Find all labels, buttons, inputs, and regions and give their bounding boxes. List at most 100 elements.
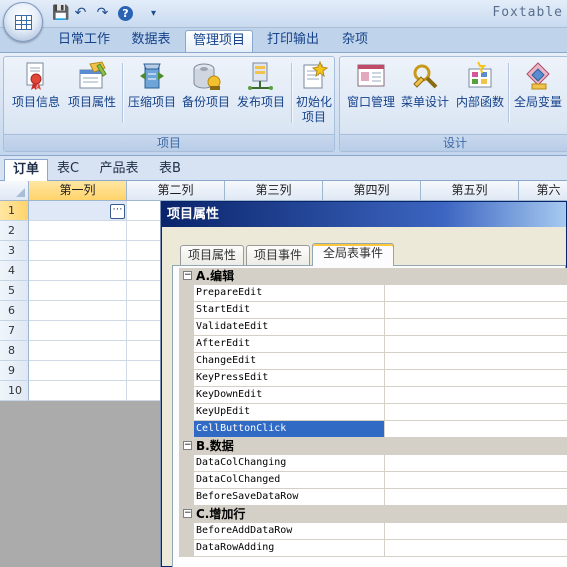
ribbon-tab-data-tables[interactable]: 数据表 [123, 30, 179, 52]
window-manager-button[interactable]: 窗口管理 [344, 60, 398, 110]
event-value[interactable] [385, 540, 567, 557]
sheet-tab-orders[interactable]: 订单 [4, 159, 48, 181]
ribbon-tab-print-output[interactable]: 打印输出 [260, 30, 326, 52]
event-value[interactable] [385, 336, 567, 353]
grid-cell[interactable] [29, 281, 127, 301]
customize-qat-icon[interactable]: ▾ [145, 5, 162, 22]
event-row[interactable]: AfterEdit [179, 336, 567, 353]
event-name[interactable]: KeyUpEdit [194, 404, 385, 421]
grid-corner[interactable] [0, 181, 29, 201]
initialize-project-button[interactable]: 初始化 项目 [293, 60, 335, 125]
event-value[interactable] [385, 523, 567, 540]
help-icon[interactable]: ? [118, 6, 133, 21]
event-row[interactable]: BeforeSaveDataRow [179, 489, 567, 506]
project-info-button[interactable]: 项目信息 [8, 60, 64, 110]
event-name[interactable]: ValidateEdit [194, 319, 385, 336]
cell-ellipsis-button[interactable]: ⋯ [110, 204, 125, 219]
grid-cell[interactable] [29, 361, 127, 381]
event-value[interactable] [385, 455, 567, 472]
dialog-tab-project-properties[interactable]: 项目属性 [180, 245, 244, 266]
redo-icon[interactable]: ↷ [94, 5, 111, 22]
event-row[interactable]: KeyDownEdit [179, 387, 567, 404]
grid-cell[interactable] [29, 241, 127, 261]
row-header[interactable]: 5 [0, 281, 29, 301]
event-value[interactable] [385, 472, 567, 489]
dialog-title[interactable]: 项目属性 [162, 202, 566, 227]
event-row[interactable]: StartEdit [179, 302, 567, 319]
event-row[interactable]: DataRowAdding [179, 540, 567, 557]
event-value[interactable] [385, 302, 567, 319]
event-value[interactable] [385, 404, 567, 421]
event-row[interactable]: PrepareEdit [179, 285, 567, 302]
row-header[interactable]: 1 [0, 201, 29, 221]
event-name[interactable]: KeyDownEdit [194, 387, 385, 404]
sheet-tab-table-c[interactable]: 表C [50, 159, 86, 181]
undo-icon[interactable]: ↶ [72, 5, 89, 22]
event-name[interactable]: BeforeSaveDataRow [194, 489, 385, 506]
event-row[interactable]: ChangeEdit [179, 353, 567, 370]
row-header[interactable]: 3 [0, 241, 29, 261]
event-name[interactable]: ChangeEdit [194, 353, 385, 370]
event-name[interactable]: DataColChanging [194, 455, 385, 472]
menu-design-button[interactable]: 菜单设计 [398, 60, 452, 110]
row-header[interactable]: 9 [0, 361, 29, 381]
row-header[interactable]: 8 [0, 341, 29, 361]
event-row[interactable]: CellButtonClick [179, 421, 567, 438]
ribbon-tab-manage-project[interactable]: 管理项目 [185, 30, 253, 52]
row-header[interactable]: 7 [0, 321, 29, 341]
column-header[interactable]: 第一列 [29, 181, 127, 201]
event-name[interactable]: PrepareEdit [194, 285, 385, 302]
event-name[interactable]: KeyPressEdit [194, 370, 385, 387]
column-header[interactable]: 第三列 [225, 181, 323, 201]
grid-cell[interactable] [29, 341, 127, 361]
property-category[interactable]: − B.数据 [179, 438, 567, 455]
global-variables-button[interactable]: 全局变量 [510, 60, 566, 110]
sheet-tab-products[interactable]: 产品表 [90, 159, 148, 181]
event-name[interactable]: CellButtonClick [194, 421, 385, 438]
save-icon[interactable]: 💾 [52, 5, 69, 22]
event-value[interactable] [385, 421, 567, 438]
row-header[interactable]: 6 [0, 301, 29, 321]
row-header[interactable]: 4 [0, 261, 29, 281]
column-header[interactable]: 第六 [519, 181, 567, 201]
event-value[interactable] [385, 353, 567, 370]
event-row[interactable]: ValidateEdit [179, 319, 567, 336]
grid-cell[interactable] [29, 321, 127, 341]
publish-project-button[interactable]: 发布项目 [233, 60, 289, 110]
column-header[interactable]: 第二列 [127, 181, 225, 201]
row-header[interactable]: 10 [0, 381, 29, 401]
event-row[interactable]: DataColChanged [179, 472, 567, 489]
dialog-tab-project-events[interactable]: 项目事件 [246, 245, 310, 266]
property-category[interactable]: − C.增加行 [179, 506, 567, 523]
application-menu-button[interactable] [3, 2, 43, 42]
backup-project-button[interactable]: 备份项目 [179, 60, 233, 110]
event-value[interactable] [385, 387, 567, 404]
event-value[interactable] [385, 489, 567, 506]
grid-cell[interactable] [29, 301, 127, 321]
event-row[interactable]: KeyPressEdit [179, 370, 567, 387]
grid-cell[interactable] [29, 381, 127, 401]
collapse-toggle-icon[interactable]: − [183, 509, 192, 518]
compress-project-button[interactable]: 压缩项目 [125, 60, 179, 110]
column-header[interactable]: 第四列 [323, 181, 421, 201]
ribbon-tab-daily-work[interactable]: 日常工作 [53, 30, 115, 52]
event-name[interactable]: DataRowAdding [194, 540, 385, 557]
column-header[interactable]: 第五列 [421, 181, 519, 201]
event-row[interactable]: DataColChanging [179, 455, 567, 472]
event-row[interactable]: KeyUpEdit [179, 404, 567, 421]
event-name[interactable]: BeforeAddDataRow [194, 523, 385, 540]
collapse-toggle-icon[interactable]: − [183, 271, 192, 280]
event-name[interactable]: DataColChanged [194, 472, 385, 489]
sheet-tab-table-b[interactable]: 表B [152, 159, 188, 181]
internal-functions-button[interactable]: 内部函数 [452, 60, 508, 110]
event-value[interactable] [385, 370, 567, 387]
row-header[interactable]: 2 [0, 221, 29, 241]
dialog-tab-global-table-events[interactable]: 全局表事件 [312, 243, 394, 266]
collapse-toggle-icon[interactable]: − [183, 441, 192, 450]
event-value[interactable] [385, 319, 567, 336]
event-value[interactable] [385, 285, 567, 302]
event-row[interactable]: BeforeAddDataRow [179, 523, 567, 540]
event-name[interactable]: AfterEdit [194, 336, 385, 353]
project-properties-button[interactable]: 项目属性 [64, 60, 120, 110]
ribbon-tab-misc[interactable]: 杂项 [334, 30, 376, 52]
